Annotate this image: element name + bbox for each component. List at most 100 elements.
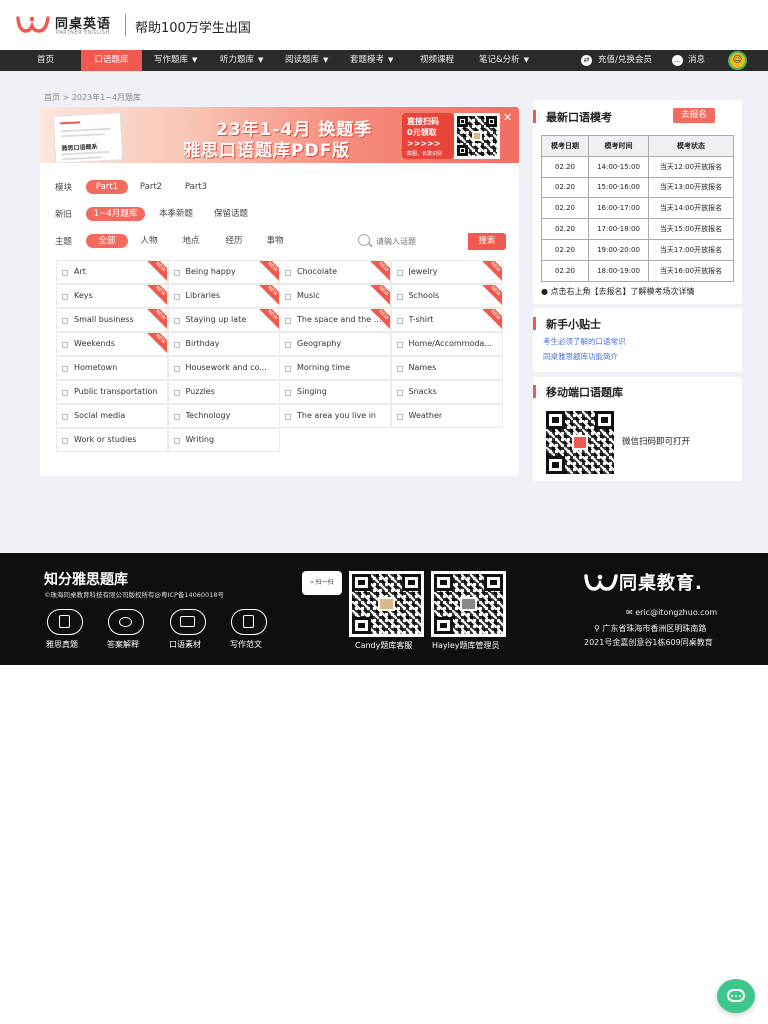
breadcrumb[interactable]: 首页 > 2023年1~4月题库: [44, 92, 141, 103]
topic-checkbox[interactable]: [285, 366, 291, 372]
close-icon[interactable]: ✕: [503, 111, 512, 124]
filter-new-this-season[interactable]: 本季新题: [151, 207, 201, 221]
topic-item[interactable]: T-shirt NEW: [390, 308, 503, 332]
topic-checkbox[interactable]: [62, 366, 68, 372]
topic-item[interactable]: Home/Accommoda...: [390, 332, 503, 356]
tip-link-speaking-basics[interactable]: 考生必须了解的口语常识: [543, 336, 626, 347]
filter-part1[interactable]: Part1: [86, 180, 128, 194]
topic-checkbox[interactable]: [285, 294, 291, 300]
nav-recharge[interactable]: 充值/兑换会员: [598, 50, 652, 71]
topic-item[interactable]: Puzzles: [167, 380, 280, 404]
topic-checkbox[interactable]: [62, 270, 68, 276]
nav-notes-analysis[interactable]: 笔记&分析 ▼: [479, 50, 529, 71]
topic-checkbox[interactable]: [173, 366, 180, 372]
topic-checkbox[interactable]: [62, 342, 68, 348]
filter-part3[interactable]: Part3: [180, 180, 212, 194]
footer-link-writing-samples[interactable]: 写作范文: [230, 639, 262, 650]
filter-things[interactable]: 事物: [261, 234, 289, 248]
footer-link-real-questions[interactable]: 雅思真题: [46, 639, 78, 650]
filter-experiences[interactable]: 经历: [220, 234, 248, 248]
topic-checkbox[interactable]: [173, 342, 180, 348]
filter-jan-apr[interactable]: 1~4月题库: [86, 207, 145, 221]
topic-item[interactable]: Being happy NEW: [167, 260, 280, 284]
topic-item[interactable]: The area you live in: [279, 404, 391, 428]
topic-item[interactable]: Public transportation: [56, 380, 168, 404]
nav-speaking-bank[interactable]: 口语题库: [81, 50, 142, 71]
topic-item[interactable]: Jewelry NEW: [390, 260, 503, 284]
topic-checkbox[interactable]: [396, 414, 403, 420]
topic-checkbox[interactable]: [62, 390, 68, 396]
banner-cta[interactable]: 直接扫码 0元领取 >>>>> 截图、长按识别: [402, 113, 454, 159]
topic-item[interactable]: Housework and co...: [167, 356, 280, 380]
nav-reading-bank[interactable]: 阅读题库 ▼: [285, 50, 328, 71]
topic-item[interactable]: Birthday: [167, 332, 280, 356]
nav-messages[interactable]: 消息: [688, 50, 705, 71]
footer-email[interactable]: ✉ eric@itongzhuo.com: [626, 608, 717, 617]
edit-icon[interactable]: [231, 609, 267, 635]
topic-item[interactable]: Art NEW: [56, 260, 168, 284]
topic-item[interactable]: Music NEW: [279, 284, 391, 308]
nav-home[interactable]: 首页: [37, 50, 54, 71]
logo-icon[interactable]: [15, 14, 51, 34]
nav-listening-bank[interactable]: 听力题库 ▼: [220, 50, 263, 71]
topic-checkbox[interactable]: [173, 270, 180, 276]
topic-item[interactable]: Schools NEW: [390, 284, 503, 308]
topic-checkbox[interactable]: [396, 270, 403, 276]
topic-item[interactable]: Weekends NEW: [56, 332, 168, 356]
nav-writing-bank[interactable]: 写作题库 ▼: [154, 50, 197, 71]
topic-checkbox[interactable]: [285, 318, 291, 324]
footer-link-speaking-materials[interactable]: 口语素材: [169, 639, 201, 650]
topic-checkbox[interactable]: [173, 414, 180, 420]
topic-item[interactable]: Keys NEW: [56, 284, 168, 308]
topic-checkbox[interactable]: [285, 390, 291, 396]
topic-checkbox[interactable]: [173, 438, 180, 444]
topic-checkbox[interactable]: [285, 270, 291, 276]
ielts-real-questions-icon[interactable]: [47, 609, 83, 635]
topic-checkbox[interactable]: [62, 438, 68, 444]
topic-item[interactable]: Libraries NEW: [167, 284, 280, 308]
tip-link-feature-intro[interactable]: 同桌雅思题库功能简介: [543, 351, 618, 362]
filter-people[interactable]: 人物: [135, 234, 163, 248]
topic-item[interactable]: Weather: [390, 404, 503, 428]
topic-checkbox[interactable]: [173, 294, 180, 300]
folder-icon[interactable]: [170, 609, 206, 635]
nav-mock-tests[interactable]: 套题模考 ▼: [350, 50, 393, 71]
search-input[interactable]: [376, 233, 468, 250]
topic-item[interactable]: Geography: [279, 332, 391, 356]
filter-part2[interactable]: Part2: [135, 180, 167, 194]
topic-checkbox[interactable]: [396, 318, 403, 324]
filter-all[interactable]: 全部: [86, 234, 128, 248]
chat-icon[interactable]: [717, 979, 755, 1013]
topic-item[interactable]: Staying up late NEW: [167, 308, 280, 332]
topic-item[interactable]: Small business NEW: [56, 308, 168, 332]
promo-banner[interactable]: 雅思口语题系 23年1-4月 换题季 雅思口语题库PDF版 直接扫码 0元领取 …: [40, 107, 519, 163]
topic-item[interactable]: Snacks: [390, 380, 503, 404]
topic-item[interactable]: Morning time: [279, 356, 391, 380]
eye-icon[interactable]: [108, 609, 144, 635]
nav-video-courses[interactable]: 视频课程: [420, 50, 454, 71]
topic-checkbox[interactable]: [62, 318, 68, 324]
filter-places[interactable]: 地点: [177, 234, 205, 248]
topic-checkbox[interactable]: [173, 318, 180, 324]
user-avatar[interactable]: ☺: [728, 51, 747, 70]
topic-checkbox[interactable]: [62, 414, 68, 420]
topic-item[interactable]: Chocolate NEW: [279, 260, 391, 284]
footer-link-explanations[interactable]: 答案解释: [107, 639, 139, 650]
signup-button[interactable]: 去报名: [673, 108, 715, 123]
topic-item[interactable]: Social media: [56, 404, 168, 428]
topic-item[interactable]: Work or studies: [56, 428, 168, 452]
topic-checkbox[interactable]: [62, 294, 68, 300]
topic-checkbox[interactable]: [396, 342, 403, 348]
topic-item[interactable]: Hometown: [56, 356, 168, 380]
topic-item[interactable]: Singing: [279, 380, 391, 404]
topic-checkbox[interactable]: [285, 414, 291, 420]
topic-item[interactable]: The space and the ... NEW: [279, 308, 391, 332]
topic-item[interactable]: Names: [390, 356, 503, 380]
topic-checkbox[interactable]: [285, 342, 291, 348]
topic-item[interactable]: Technology: [167, 404, 280, 428]
filter-retained[interactable]: 保留话题: [208, 207, 254, 221]
topic-checkbox[interactable]: [396, 390, 403, 396]
topic-checkbox[interactable]: [173, 390, 180, 396]
search-button[interactable]: 搜索: [468, 233, 506, 250]
topic-item[interactable]: Writing: [167, 428, 280, 452]
